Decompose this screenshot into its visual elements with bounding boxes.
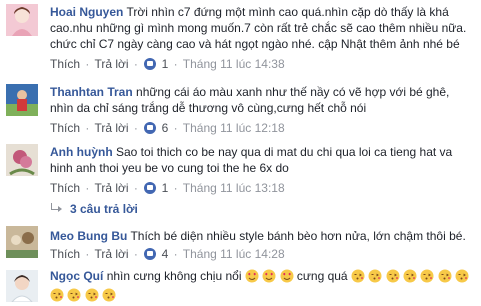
blowing-kiss-emoji <box>438 269 452 287</box>
avatar-image <box>6 144 38 176</box>
view-replies-link[interactable]: 3 câu trả lời <box>50 201 138 217</box>
reply-arrow-icon <box>50 203 64 213</box>
heart-eyes-emoji <box>280 269 294 287</box>
timestamp[interactable]: Tháng 11 lúc 12:18 <box>183 121 285 135</box>
comment-body: Anh huỳnh Sao toi thich co be nay qua di… <box>50 144 476 176</box>
comment-body: Ngọc Quí nhìn cưng không chịu nổi cưng q… <box>50 268 476 306</box>
blowing-kiss-emoji <box>455 269 469 287</box>
heart-eyes-emoji <box>245 269 259 287</box>
comment-author[interactable]: Hoai Nguyen <box>50 5 123 19</box>
comment-body: Meo Bung Bu Thích bé diện nhiều style bá… <box>50 228 476 244</box>
comment-author[interactable]: Anh huỳnh <box>50 145 113 159</box>
blowing-kiss-emoji <box>420 269 434 287</box>
like-count[interactable]: 1 <box>162 57 169 71</box>
comment-author[interactable]: Meo Bung Bu <box>50 229 127 243</box>
avatar[interactable] <box>6 226 38 258</box>
reply-link[interactable]: Trả lời <box>94 247 128 261</box>
avatar[interactable] <box>6 144 38 176</box>
blowing-kiss-emoji <box>403 269 417 287</box>
avatar-image <box>6 4 38 36</box>
reply-link[interactable]: Trả lời <box>94 57 128 71</box>
blowing-kiss-emoji <box>102 288 116 306</box>
comment-author[interactable]: Ngọc Quí <box>50 269 103 283</box>
like-thumb-icon[interactable] <box>144 182 157 194</box>
comment-actions: Thích · Trả lời · 6 · Tháng 11 lúc 12:18 <box>50 121 285 135</box>
reply-link[interactable]: Trả lời <box>94 181 128 195</box>
avatar-image <box>6 270 38 302</box>
avatar[interactable] <box>6 4 38 36</box>
like-link[interactable]: Thích <box>50 121 80 135</box>
like-thumb-icon[interactable] <box>144 248 157 260</box>
avatar[interactable] <box>6 270 38 302</box>
timestamp[interactable]: Tháng 11 lúc 14:38 <box>183 57 285 71</box>
blowing-kiss-emoji <box>351 269 365 287</box>
like-link[interactable]: Thích <box>50 247 80 261</box>
blowing-kiss-emoji <box>67 288 81 306</box>
blowing-kiss-emoji <box>386 269 400 287</box>
comment-actions: Thích · Trả lời · 4 · Tháng 11 lúc 14:28 <box>50 247 285 261</box>
comment-actions: Thích · Trả lời · 1 · Tháng 11 lúc 13:18 <box>50 181 285 195</box>
comment-text: Thích bé diện nhiều style bánh bèo hơn n… <box>130 229 466 243</box>
avatar-image <box>6 84 38 116</box>
comment-body: Thanhtan Tran những cái áo màu xanh như … <box>50 84 476 116</box>
avatar-image <box>6 226 38 258</box>
comment-text: cưng quá <box>296 269 348 283</box>
blowing-kiss-emoji <box>368 269 382 287</box>
reply-link[interactable]: Trả lời <box>94 121 128 135</box>
comment-author[interactable]: Thanhtan Tran <box>50 85 133 99</box>
timestamp[interactable]: Tháng 11 lúc 13:18 <box>183 181 285 195</box>
like-count[interactable]: 1 <box>162 181 169 195</box>
blowing-kiss-emoji <box>85 288 99 306</box>
timestamp[interactable]: Tháng 11 lúc 14:28 <box>183 247 285 261</box>
comment-actions: Thích · Trả lời · 1 · Tháng 11 lúc 14:38 <box>50 57 285 71</box>
replies-count-label: 3 câu trả lời <box>70 202 138 216</box>
comment-body: Hoai Nguyen Trời nhìn c7 đứng một mình c… <box>50 4 476 52</box>
like-thumb-icon[interactable] <box>144 122 157 134</box>
blowing-kiss-emoji <box>50 288 64 306</box>
like-thumb-icon[interactable] <box>144 58 157 70</box>
heart-eyes-emoji <box>262 269 276 287</box>
like-link[interactable]: Thích <box>50 57 80 71</box>
avatar[interactable] <box>6 84 38 116</box>
like-count[interactable]: 6 <box>162 121 169 135</box>
like-link[interactable]: Thích <box>50 181 80 195</box>
comment-text: nhìn cưng không chịu nổi <box>106 269 242 283</box>
like-count[interactable]: 4 <box>162 247 169 261</box>
